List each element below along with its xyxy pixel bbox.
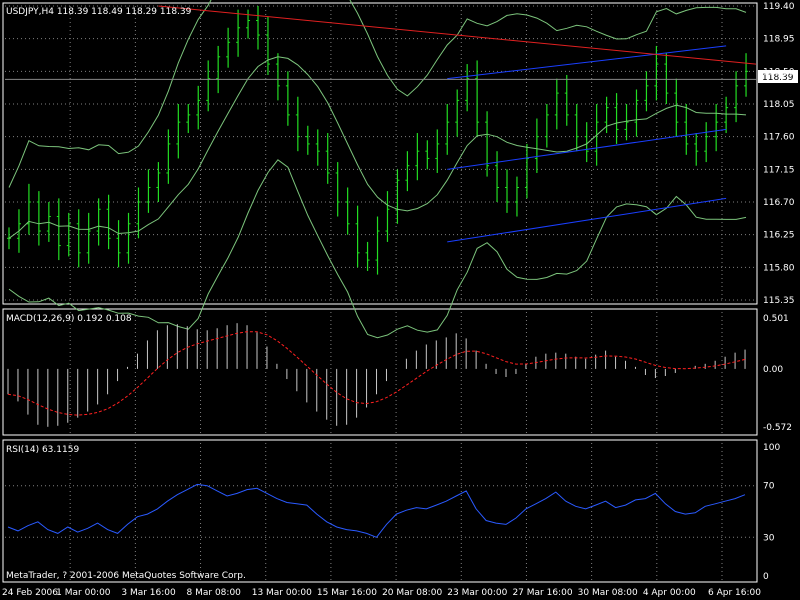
macd-axis-label: 0.00: [763, 365, 783, 375]
rsi-axis-label: 70: [763, 482, 775, 492]
price-axis-label: 115.80: [763, 263, 795, 273]
x-axis-label: 27 Mar 16:00: [512, 588, 572, 598]
price-axis-label: 117.15: [763, 165, 795, 175]
price-axis-label: 119.40: [763, 2, 795, 12]
price-axis-label: 118.95: [763, 35, 795, 45]
rsi-axis-label: 30: [763, 533, 775, 543]
price-axis-label: 118.05: [763, 100, 795, 110]
x-axis-label: 30 Mar 08:00: [578, 588, 638, 598]
macd-axis-label: 0.501: [763, 314, 789, 324]
chart-window[interactable]: USDJPY,H4 118.39 118.49 118.29 118.39 MA…: [0, 0, 800, 600]
rsi-axis-label: 0: [763, 572, 769, 582]
chart-background: [0, 0, 800, 600]
rsi-axis-label: 100: [763, 443, 780, 453]
macd-axis-label: -0.572: [763, 423, 792, 433]
x-axis-label: 15 Mar 16:00: [317, 588, 377, 598]
x-axis-label: 3 Mar 16:00: [121, 588, 176, 598]
x-axis-label: 6 Apr 16:00: [708, 588, 761, 598]
price-axis-label: 118.50: [763, 67, 795, 77]
x-axis-label: 23 Mar 00:00: [447, 588, 507, 598]
macd-pane-title: MACD(12,26,9) 0.192 0.108: [6, 314, 132, 324]
copyright-text: MetaTrader, ? 2001-2006 MetaQuotes Softw…: [6, 571, 246, 581]
price-pane-title: USDJPY,H4 118.39 118.49 118.29 118.39: [6, 7, 192, 17]
x-axis-label: 1 Mar 00:00: [56, 588, 111, 598]
x-axis-label: 20 Mar 08:00: [382, 588, 442, 598]
price-axis-label: 117.60: [763, 133, 795, 143]
x-axis-label: 13 Mar 00:00: [252, 588, 312, 598]
price-axis-label: 115.35: [763, 296, 795, 306]
price-axis-label: 116.70: [763, 198, 795, 208]
price-axis-label: 116.25: [763, 231, 795, 241]
x-axis-label: 24 Feb 2006: [2, 588, 58, 598]
rsi-pane-title: RSI(14) 63.1159: [6, 445, 79, 455]
x-axis-label: 8 Mar 08:00: [187, 588, 242, 598]
x-axis-label: 4 Apr 00:00: [643, 588, 696, 598]
